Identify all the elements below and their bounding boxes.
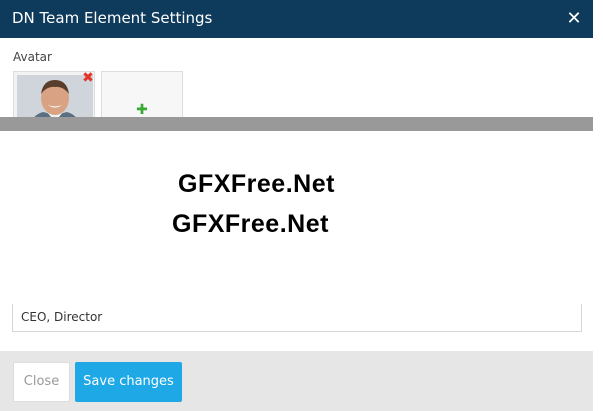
dialog-titlebar: DN Team Element Settings ✕: [0, 0, 593, 38]
page-edge: [593, 0, 603, 411]
close-icon[interactable]: ✕: [565, 9, 583, 29]
settings-dialog: DN Team Element Settings ✕ Avatar ✖ ✚ GF…: [0, 0, 593, 411]
dialog-title: DN Team Element Settings: [12, 9, 213, 27]
remove-avatar-icon[interactable]: ✖: [81, 71, 95, 85]
dialog-footer: Close Save changes: [0, 351, 593, 411]
save-changes-button[interactable]: Save changes: [75, 362, 182, 402]
watermark-text: GFXFree.Net: [178, 170, 335, 198]
overlay-band: [0, 117, 593, 131]
position-field-value: CEO, Director: [21, 310, 103, 324]
avatar-label: Avatar: [13, 50, 52, 64]
position-field[interactable]: CEO, Director: [12, 304, 582, 332]
plus-icon: ✚: [136, 102, 148, 118]
close-button[interactable]: Close: [13, 362, 70, 402]
watermark-text: GFXFree.Net: [172, 210, 329, 238]
